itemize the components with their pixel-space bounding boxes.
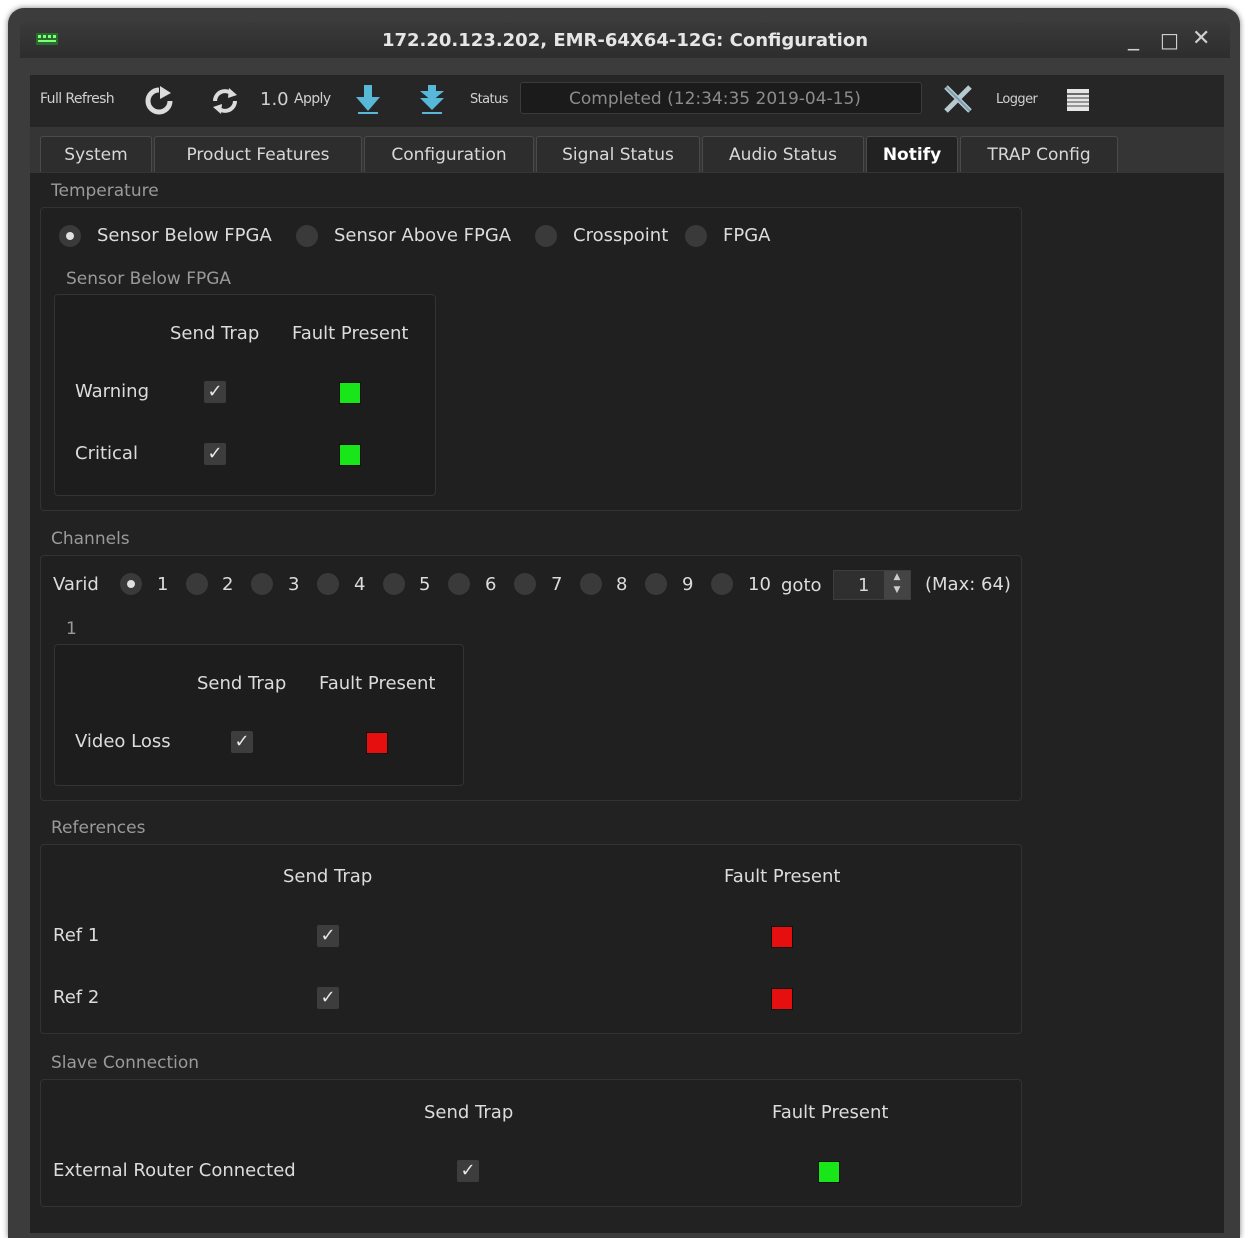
temp-send-trap-header: Send Trap xyxy=(170,323,260,344)
tab-product-features[interactable]: Product Features xyxy=(154,136,362,172)
refresh-icon[interactable] xyxy=(210,86,240,116)
goto-label: goto xyxy=(781,575,822,596)
channel-number-3[interactable]: 3 xyxy=(288,574,299,595)
warning-fault-led xyxy=(339,382,361,404)
refresh-rate[interactable]: 1.0 xyxy=(260,89,289,110)
status-field: Completed (12:34:35 2019-04-15) xyxy=(520,82,922,114)
ref1-send-trap-checkbox[interactable]: ✓ xyxy=(317,925,339,947)
download-all-icon[interactable] xyxy=(418,83,446,115)
channel-subtitle: 1 xyxy=(66,619,77,639)
radio-fpga[interactable] xyxy=(685,225,707,247)
window-title: 172.20.123.202, EMR-64X64-12G: Configura… xyxy=(381,30,869,51)
external-router-fault-led xyxy=(818,1161,840,1183)
radio-channel-8[interactable] xyxy=(580,573,602,595)
clear-x-icon[interactable] xyxy=(942,84,974,114)
tab-bar: System Product Features Configuration Si… xyxy=(30,127,1224,173)
notify-panel: Temperature Sensor Below FPGA Sensor Abo… xyxy=(30,173,1224,1233)
tab-system[interactable]: System xyxy=(40,136,152,172)
spin-arrows-icon[interactable]: ▲ ▼ xyxy=(884,571,910,599)
ref-send-trap-header: Send Trap xyxy=(283,866,373,887)
radio-channel-3[interactable] xyxy=(251,573,273,595)
option-crosspoint[interactable]: Crosspoint xyxy=(573,225,668,246)
title-bar: 172.20.123.202, EMR-64X64-12G: Configura… xyxy=(20,22,1230,58)
temp-fault-present-header: Fault Present xyxy=(292,323,409,344)
temperature-title: Temperature xyxy=(51,181,159,201)
ref2-label: Ref 2 xyxy=(53,987,100,1008)
radio-channel-6[interactable] xyxy=(448,573,470,595)
goto-value[interactable]: 1 xyxy=(858,575,869,596)
radio-channel-2[interactable] xyxy=(186,573,208,595)
channel-number-2[interactable]: 2 xyxy=(222,574,233,595)
critical-fault-led xyxy=(339,444,361,466)
status-label: Status xyxy=(470,92,508,107)
channel-number-6[interactable]: 6 xyxy=(485,574,496,595)
ref1-fault-led xyxy=(771,926,793,948)
radio-channel-10[interactable] xyxy=(711,573,733,595)
channel-number-9[interactable]: 9 xyxy=(682,574,693,595)
channel-fault-present-header: Fault Present xyxy=(319,673,436,694)
maximize-icon[interactable]: □ xyxy=(1160,28,1179,52)
radio-crosspoint[interactable] xyxy=(535,225,557,247)
goto-spinbox[interactable]: 1 ▲ ▼ xyxy=(833,570,911,600)
tab-notify[interactable]: Notify xyxy=(866,136,958,172)
video-loss-label: Video Loss xyxy=(75,731,171,752)
minimize-icon[interactable]: _ xyxy=(1128,26,1139,51)
full-refresh-icon[interactable] xyxy=(144,86,174,116)
channel-number-8[interactable]: 8 xyxy=(616,574,627,595)
warning-label: Warning xyxy=(75,381,150,402)
full-refresh-label: Full Refresh xyxy=(40,91,115,107)
tab-audio-status[interactable]: Audio Status xyxy=(702,136,864,172)
video-loss-fault-led xyxy=(366,732,388,754)
download-arrow-icon[interactable] xyxy=(354,83,382,115)
radio-channel-1[interactable] xyxy=(120,573,142,595)
option-fpga[interactable]: FPGA xyxy=(723,225,770,246)
ref1-label: Ref 1 xyxy=(53,925,100,946)
apply-label[interactable]: Apply xyxy=(294,91,331,107)
sensor-subtitle: Sensor Below FPGA xyxy=(66,269,232,289)
tab-trap-config[interactable]: TRAP Config xyxy=(960,136,1118,172)
channel-number-4[interactable]: 4 xyxy=(354,574,365,595)
channels-inner-group xyxy=(54,644,464,786)
radio-channel-9[interactable] xyxy=(645,573,667,595)
channel-number-1[interactable]: 1 xyxy=(157,574,168,595)
slave-fault-present-header: Fault Present xyxy=(772,1102,889,1123)
option-sensor-below-fpga[interactable]: Sensor Below FPGA xyxy=(97,225,272,246)
channel-number-5[interactable]: 5 xyxy=(419,574,430,595)
radio-channel-4[interactable] xyxy=(317,573,339,595)
close-icon[interactable]: ✕ xyxy=(1192,26,1210,51)
slave-send-trap-header: Send Trap xyxy=(424,1102,514,1123)
ref2-send-trap-checkbox[interactable]: ✓ xyxy=(317,987,339,1009)
ref2-fault-led xyxy=(771,988,793,1010)
external-router-label: External Router Connected xyxy=(53,1160,296,1181)
varid-label: Varid xyxy=(53,574,99,595)
critical-label: Critical xyxy=(75,443,138,464)
ref-fault-present-header: Fault Present xyxy=(724,866,841,887)
logger-label: Logger xyxy=(996,92,1038,107)
video-loss-send-trap-checkbox[interactable]: ✓ xyxy=(231,731,253,753)
warning-send-trap-checkbox[interactable]: ✓ xyxy=(204,381,226,403)
radio-channel-7[interactable] xyxy=(514,573,536,595)
slave-connection-title: Slave Connection xyxy=(51,1053,200,1073)
channel-send-trap-header: Send Trap xyxy=(197,673,287,694)
channels-title: Channels xyxy=(51,529,130,549)
radio-sensor-below-fpga[interactable] xyxy=(59,225,81,247)
tab-signal-status[interactable]: Signal Status xyxy=(536,136,700,172)
references-title: References xyxy=(51,818,146,838)
logger-list-icon[interactable] xyxy=(1066,88,1090,112)
channel-number-7[interactable]: 7 xyxy=(551,574,562,595)
channel-number-10[interactable]: 10 xyxy=(748,574,771,595)
tab-configuration[interactable]: Configuration xyxy=(364,136,534,172)
critical-send-trap-checkbox[interactable]: ✓ xyxy=(204,443,226,465)
toolbar: Full Refresh 1.0 Apply Status Completed … xyxy=(30,75,1224,127)
external-router-send-trap-checkbox[interactable]: ✓ xyxy=(457,1160,479,1182)
radio-channel-5[interactable] xyxy=(383,573,405,595)
slave-connection-group xyxy=(40,1079,1022,1207)
option-sensor-above-fpga[interactable]: Sensor Above FPGA xyxy=(334,225,511,246)
radio-sensor-above-fpga[interactable] xyxy=(296,225,318,247)
max-label: (Max: 64) xyxy=(925,574,1011,595)
references-group xyxy=(40,844,1022,1034)
